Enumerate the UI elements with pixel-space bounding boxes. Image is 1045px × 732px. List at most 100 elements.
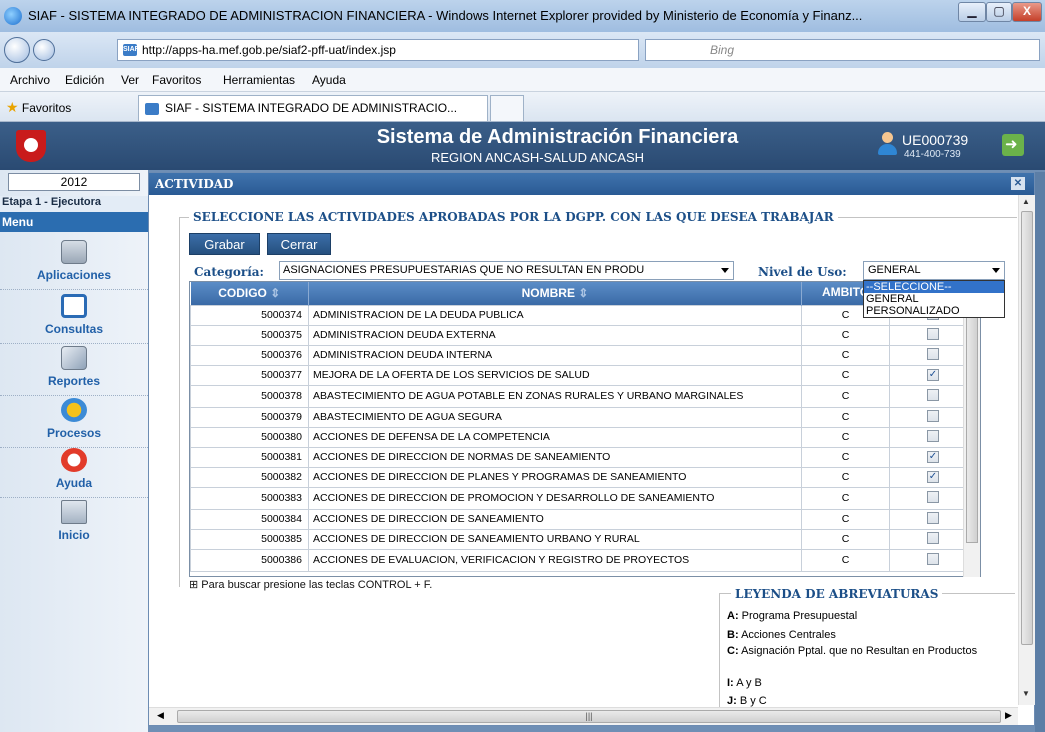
menu-archivo[interactable]: Archivo: [10, 73, 50, 87]
menu-header: Menu: [0, 212, 148, 232]
address-bar[interactable]: SIAF http://apps-ha.mef.gob.pe/siaf2-pff…: [117, 39, 639, 61]
row-checkbox[interactable]: [927, 491, 939, 503]
row-checkbox[interactable]: [927, 389, 939, 401]
siaf-favicon-icon: SIAF: [123, 44, 139, 56]
address-url: http://apps-ha.mef.gob.pe/siaf2-pff-uat/…: [142, 43, 396, 57]
row-checkbox[interactable]: [927, 410, 939, 422]
minimize-button[interactable]: ▁: [958, 2, 986, 22]
actividad-dialog: ACTIVIDAD ✕ SELECCIONE LAS ACTIVIDADES A…: [148, 172, 1035, 726]
row-checkbox[interactable]: ✓: [927, 451, 939, 463]
table-row[interactable]: 5000386 ACCIONES DE EVALUACION, VERIFICAC…: [190, 548, 977, 572]
sidebar-item-label: Reportes: [47, 374, 100, 388]
row-checkbox[interactable]: [927, 348, 939, 360]
scrollbar-thumb[interactable]: [1021, 211, 1033, 645]
cell-ambito: C: [801, 344, 890, 366]
cell-ambito: C: [801, 466, 890, 488]
cerrar-button[interactable]: Cerrar: [267, 233, 331, 255]
user-icon: [877, 132, 897, 156]
row-checkbox[interactable]: [927, 430, 939, 442]
app-header: Sistema de Administración Financiera REG…: [0, 122, 1045, 170]
table-row[interactable]: 5000379 ABASTECIMIENTO DE AGUA SEGURA C: [190, 406, 977, 428]
sidebar-item-consultas[interactable]: Consultas: [0, 292, 148, 344]
menu-ayuda[interactable]: Ayuda: [312, 73, 346, 87]
cell-ambito: C: [801, 324, 890, 346]
favorites-label: Favoritos: [21, 101, 72, 115]
cell-codigo: 5000385: [190, 528, 309, 550]
sidebar-item-procesos[interactable]: Procesos: [0, 396, 148, 448]
dialog-scrollbar-horizontal[interactable]: ◀ ||| ▶: [149, 707, 1018, 725]
cell-nombre: ABASTECIMIENTO DE AGUA SEGURA: [308, 406, 802, 428]
star-icon: ★: [6, 99, 19, 115]
cell-codigo: 5000376: [190, 344, 309, 366]
cell-codigo: 5000382: [190, 466, 309, 488]
grid-scrollbar[interactable]: [963, 281, 980, 577]
search-box[interactable]: Bing: [645, 39, 1040, 61]
sidebar-item-reportes[interactable]: Reportes: [0, 344, 148, 396]
table-row[interactable]: 5000374 ADMINISTRACION DE LA DEUDA PUBLIC…: [190, 304, 977, 326]
legend-item: I: A y B: [727, 677, 762, 689]
column-header-nombre[interactable]: NOMBRE ⇕: [308, 282, 802, 305]
row-checkbox[interactable]: ✓: [927, 369, 939, 381]
nivel-option[interactable]: --SELECCIONE--: [864, 281, 1004, 293]
row-checkbox[interactable]: [927, 512, 939, 524]
menu-ver[interactable]: Ver: [121, 73, 139, 87]
dialog-scrollbar-vertical[interactable]: ▲ ▼: [1018, 195, 1035, 705]
table-row[interactable]: 5000378 ABASTECIMIENTO DE AGUA POTABLE EN…: [190, 384, 977, 408]
maximize-button[interactable]: ▢: [986, 2, 1012, 22]
scrollbar-thumb[interactable]: |||: [177, 710, 1001, 723]
cell-nombre: ADMINISTRACION DEUDA INTERNA: [308, 344, 802, 366]
report-icon: [61, 346, 87, 370]
scroll-right-icon[interactable]: ▶: [1005, 710, 1012, 721]
table-row[interactable]: 5000376 ADMINISTRACION DEUDA INTERNA C: [190, 344, 977, 366]
row-checkbox[interactable]: [927, 532, 939, 544]
cell-nombre: MEJORA DE LA OFERTA DE LOS SERVICIOS DE …: [308, 364, 802, 386]
exit-icon[interactable]: [1002, 134, 1024, 156]
home-icon: [61, 500, 87, 524]
browser-tab[interactable]: SIAF - SISTEMA INTEGRADO DE ADMINISTRACI…: [138, 95, 488, 121]
row-checkbox[interactable]: [927, 328, 939, 340]
menu-favoritos[interactable]: Favoritos: [152, 73, 201, 87]
nivel-select[interactable]: GENERAL: [863, 261, 1005, 280]
sidebar-item-inicio[interactable]: Inicio: [0, 498, 148, 550]
grabar-button[interactable]: Grabar: [189, 233, 260, 255]
dialog-close-icon[interactable]: ✕: [1011, 177, 1025, 190]
table-row[interactable]: 5000384 ACCIONES DE DIRECCION DE SANEAMIE…: [190, 508, 977, 530]
close-window-button[interactable]: X: [1012, 2, 1042, 22]
sidebar-item-ayuda[interactable]: Ayuda: [0, 446, 148, 498]
expand-icon[interactable]: ⊞: [189, 579, 198, 591]
nivel-option[interactable]: PERSONALIZADO: [864, 305, 1004, 317]
table-row[interactable]: 5000385 ACCIONES DE DIRECCION DE SANEAMIE…: [190, 528, 977, 550]
grid-scrollbar-thumb[interactable]: [966, 297, 978, 543]
sidebar-item-label: Consultas: [44, 322, 103, 336]
table-row[interactable]: 5000383 ACCIONES DE DIRECCION DE PROMOCIO…: [190, 486, 977, 510]
search-placeholder: Bing: [710, 43, 735, 57]
row-checkbox[interactable]: ✓: [927, 471, 939, 483]
menu-herramientas[interactable]: Herramientas: [223, 73, 295, 87]
new-tab-button[interactable]: [490, 95, 524, 121]
cell-nombre: ACCIONES DE DIRECCION DE SANEAMIENTO URB…: [308, 528, 802, 550]
row-checkbox[interactable]: [927, 553, 939, 565]
nivel-option[interactable]: GENERAL: [864, 293, 1004, 305]
table-row[interactable]: 5000380 ACCIONES DE DEFENSA DE LA COMPETE…: [190, 426, 977, 448]
cell-ambito: C: [801, 486, 890, 510]
column-header-codigo[interactable]: CODIGO ⇕: [190, 282, 309, 305]
table-row[interactable]: 5000377 MEJORA DE LA OFERTA DE LOS SERVIC…: [190, 364, 977, 386]
table-row[interactable]: 5000382 ACCIONES DE DIRECCION DE PLANES Y…: [190, 466, 977, 488]
scroll-up-icon[interactable]: ▲: [1022, 197, 1030, 206]
favorites-button[interactable]: ★ Favoritos: [6, 99, 71, 116]
nivel-value: GENERAL: [868, 264, 921, 276]
table-row[interactable]: 5000381 ACCIONES DE DIRECCION DE NORMAS D…: [190, 446, 977, 468]
cell-ambito: C: [801, 406, 890, 428]
year-field[interactable]: 2012: [8, 173, 140, 191]
cell-nombre: ACCIONES DE DIRECCION DE SANEAMIENTO: [308, 508, 802, 530]
sidebar-item-aplicaciones[interactable]: Aplicaciones: [0, 238, 148, 290]
scroll-left-icon[interactable]: ◀: [157, 710, 164, 721]
sort-icon: ⇕: [270, 286, 281, 301]
categoria-select[interactable]: ASIGNACIONES PRESUPUESTARIAS QUE NO RESU…: [279, 261, 734, 280]
forward-button[interactable]: [33, 39, 55, 61]
menu-edicion[interactable]: Edición: [65, 73, 104, 87]
scroll-down-icon[interactable]: ▼: [1022, 689, 1030, 698]
back-button[interactable]: [4, 37, 30, 63]
sidebar: 2012 Etapa 1 - Ejecutora Menu Aplicacion…: [0, 170, 148, 732]
table-row[interactable]: 5000375 ADMINISTRACION DEUDA EXTERNA C: [190, 324, 977, 346]
